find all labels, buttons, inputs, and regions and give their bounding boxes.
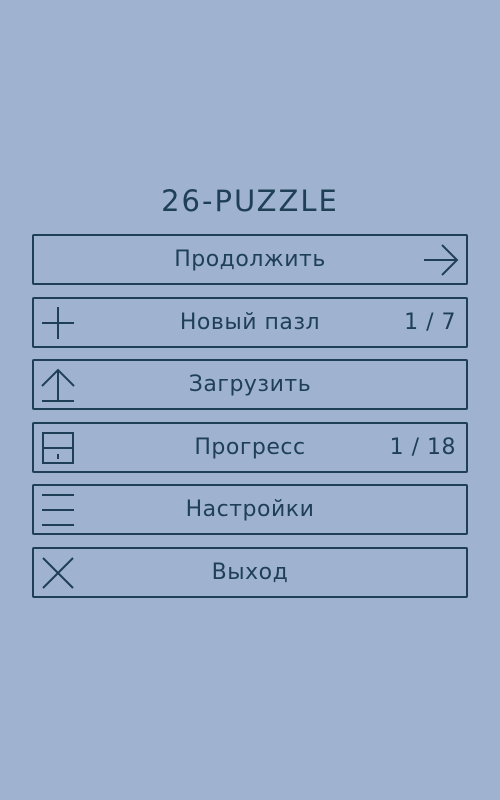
arrow-right-icon bbox=[422, 242, 460, 278]
new-puzzle-button[interactable]: Новый пазл 1 / 7 bbox=[32, 296, 468, 348]
new-puzzle-label: Новый пазл bbox=[179, 309, 321, 335]
continue-button[interactable]: Продолжить bbox=[32, 234, 468, 285]
load-label: Загрузить bbox=[188, 372, 312, 397]
progress-button[interactable]: Прогресс 1 / 18 bbox=[32, 421, 468, 473]
main-menu: Продолжить Новый пазл 1 / 7 Загрузить Пр… bbox=[32, 234, 468, 609]
progress-counter: 1 / 18 bbox=[389, 434, 456, 460]
exit-button[interactable]: Выход bbox=[32, 546, 468, 598]
new-puzzle-counter: 1 / 7 bbox=[404, 309, 456, 335]
exit-label: Выход bbox=[211, 559, 289, 585]
game-title: 26-PUZZLE bbox=[161, 184, 339, 218]
load-button[interactable]: Загрузить bbox=[32, 359, 468, 410]
settings-label: Настройки bbox=[185, 497, 315, 522]
settings-button[interactable]: Настройки bbox=[32, 484, 468, 535]
continue-label: Продолжить bbox=[174, 247, 326, 272]
